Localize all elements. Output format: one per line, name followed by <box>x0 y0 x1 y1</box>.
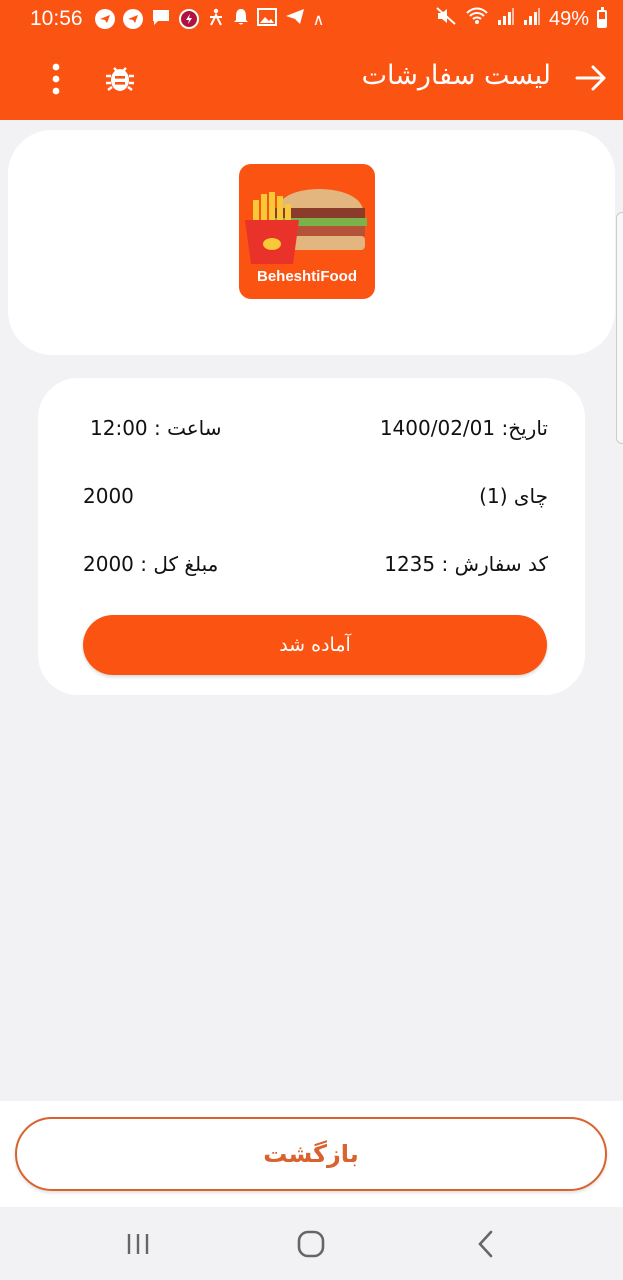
order-time: ساعت : 12:00 <box>90 416 222 440</box>
bottom-panel: بازگشت <box>0 1101 623 1207</box>
return-button[interactable]: بازگشت <box>15 1117 607 1191</box>
notification-icons: ∧ <box>94 7 325 31</box>
ready-button[interactable]: آماده شد <box>83 615 547 675</box>
order-item-price: 2000 <box>83 484 134 508</box>
power-app-icon <box>178 9 199 29</box>
status-time: 10:56 <box>30 7 83 30</box>
brand-name: BeheshtiFood <box>257 268 357 285</box>
back-arrow-icon[interactable] <box>573 60 609 96</box>
mute-icon <box>435 6 457 32</box>
restaurant-logo: BeheshtiFood <box>239 164 375 299</box>
battery-icon <box>597 7 607 28</box>
app-bar: لیست سفارشات <box>0 38 623 120</box>
image-icon <box>256 7 277 31</box>
caret-up-icon: ∧ <box>312 9 325 29</box>
signal-icon <box>497 6 515 32</box>
chat-icon <box>151 7 171 31</box>
accessibility-icon <box>207 7 225 31</box>
recent-apps-icon[interactable] <box>118 1227 158 1261</box>
order-code: کد سفارش : 1235 <box>384 552 548 576</box>
order-item-name: چای (1) <box>479 484 548 508</box>
page-title: لیست سفارشات <box>361 60 551 91</box>
battery-percent: 49% <box>548 7 589 30</box>
more-options-icon[interactable] <box>42 60 70 98</box>
telegram-icon <box>122 9 143 29</box>
wifi-icon <box>465 6 489 32</box>
order-total: مبلغ کل : 2000 <box>83 552 219 576</box>
system-nav-bar <box>0 1207 623 1280</box>
status-bar: 10:56 ∧ 49% <box>0 0 623 38</box>
order-card: تاریخ: 1400/02/01 ساعت : 12:00 چای (1) 2… <box>38 378 585 695</box>
signal-icon <box>523 6 541 32</box>
home-icon[interactable] <box>291 1227 331 1261</box>
telegram-icon <box>285 7 305 31</box>
order-date: تاریخ: 1400/02/01 <box>379 416 548 440</box>
logo-card: BeheshtiFood <box>8 130 615 355</box>
bell-icon <box>233 7 249 31</box>
bug-report-icon[interactable] <box>104 62 136 94</box>
system-back-icon[interactable] <box>466 1227 506 1261</box>
telegram-icon <box>94 9 115 29</box>
side-panel-handle[interactable] <box>616 212 623 444</box>
